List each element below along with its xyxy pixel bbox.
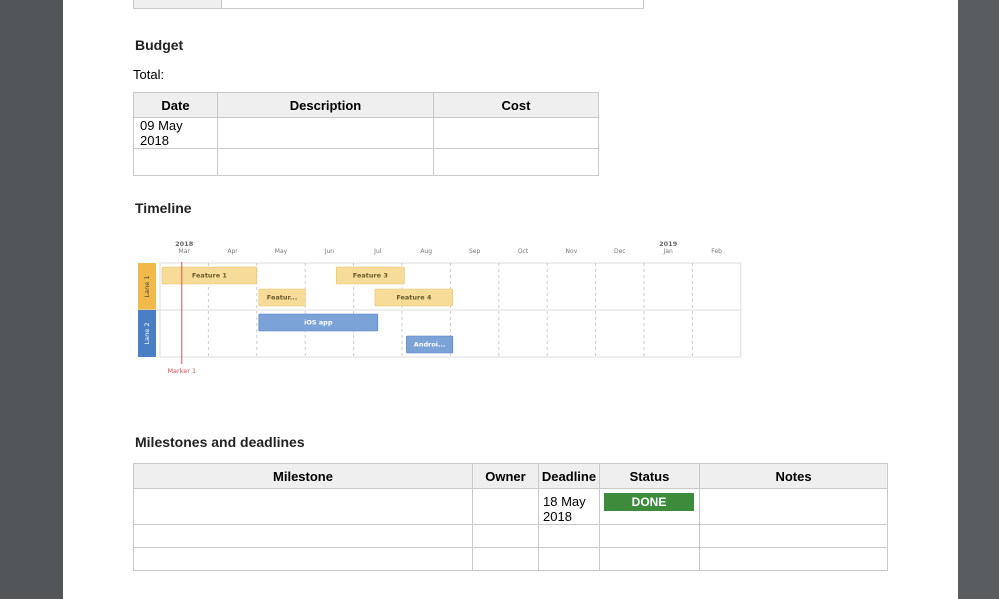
table-cell[interactable]: 09 May 2018 xyxy=(133,117,218,149)
timeline-chart[interactable]: Mar Apr May Jun Jul Aug Sep Oct Nov Dec Jan Feb 2018… xyxy=(138,236,758,386)
budget-heading: Budget xyxy=(135,37,184,53)
month-label: Nov xyxy=(566,248,578,255)
month-label: Jan xyxy=(663,248,673,255)
month-label: Jun xyxy=(324,248,335,255)
lane-label: Lane 2 xyxy=(143,323,151,345)
milestone-cell[interactable] xyxy=(133,524,473,548)
month-label: Apr xyxy=(227,248,238,255)
notes-cell[interactable] xyxy=(699,488,888,525)
table-cell[interactable] xyxy=(433,117,599,149)
timeline-bar-label: Feature 4 xyxy=(396,294,432,302)
column-header-notes: Notes xyxy=(699,463,888,489)
status-badge[interactable]: DONE xyxy=(604,493,694,511)
owner-cell[interactable] xyxy=(472,547,539,571)
deadline-cell[interactable]: 18 May 2018 xyxy=(538,488,600,525)
month-label: Oct xyxy=(518,248,529,255)
timeline-bar-label: iOS app xyxy=(304,319,333,327)
column-header-status: Status xyxy=(599,463,700,489)
month-label: Mar xyxy=(179,248,191,255)
month-label: Aug xyxy=(420,248,432,255)
document-page: Budget Total: Date Description Cost 09 M… xyxy=(63,0,958,599)
table-cell[interactable] xyxy=(221,0,644,9)
table-row xyxy=(133,547,888,571)
table-row xyxy=(133,524,888,548)
status-cell[interactable]: DONE xyxy=(599,488,700,525)
timeline-bar-label: Androi... xyxy=(414,341,446,349)
budget-table: Date Description Cost 09 May 2018 xyxy=(133,92,599,176)
column-header-cost: Cost xyxy=(433,92,599,118)
table-header-row: Milestone Owner Deadline Status Notes xyxy=(133,463,888,489)
month-label: Sep xyxy=(469,248,481,255)
column-header-owner: Owner xyxy=(472,463,539,489)
timeline-marker-label: Marker 1 xyxy=(167,367,196,375)
column-header-description: Description xyxy=(217,92,434,118)
milestone-cell[interactable] xyxy=(133,547,473,571)
table-row xyxy=(133,148,599,176)
table-cell[interactable] xyxy=(133,148,218,176)
table-cell[interactable] xyxy=(133,0,222,9)
table-row: 09 May 2018 xyxy=(133,117,599,149)
table-cell[interactable] xyxy=(217,148,434,176)
table-header-row: Date Description Cost xyxy=(133,92,599,118)
status-cell[interactable] xyxy=(599,547,700,571)
year-label: 2018 xyxy=(175,240,194,248)
milestone-cell[interactable] xyxy=(133,488,473,525)
month-label: Feb xyxy=(711,248,722,255)
timeline-heading: Timeline xyxy=(135,200,192,216)
timeline-bar-label: Feature 1 xyxy=(192,272,228,280)
viewer-background xyxy=(958,0,999,599)
deadline-cell[interactable] xyxy=(538,547,600,571)
deadline-cell[interactable] xyxy=(538,524,600,548)
column-header-deadline: Deadline xyxy=(538,463,600,489)
table-cell[interactable] xyxy=(433,148,599,176)
milestones-table: Milestone Owner Deadline Status Notes 18… xyxy=(133,463,888,571)
column-header-date: Date xyxy=(133,92,218,118)
month-label: May xyxy=(275,248,288,255)
owner-cell[interactable] xyxy=(472,488,539,525)
lane-label: Lane 1 xyxy=(143,276,151,298)
status-cell[interactable] xyxy=(599,524,700,548)
month-label: Dec xyxy=(614,248,626,255)
year-label: 2019 xyxy=(659,240,678,248)
previous-table-fragment xyxy=(133,0,644,9)
table-cell[interactable] xyxy=(217,117,434,149)
budget-total-label: Total: xyxy=(133,67,165,82)
notes-cell[interactable] xyxy=(699,524,888,548)
table-row xyxy=(133,0,644,9)
column-header-milestone: Milestone xyxy=(133,463,473,489)
milestones-heading: Milestones and deadlines xyxy=(135,434,305,450)
owner-cell[interactable] xyxy=(472,524,539,548)
month-label: Jul xyxy=(373,248,382,255)
notes-cell[interactable] xyxy=(699,547,888,571)
timeline-bar-label: Feature 3 xyxy=(353,272,388,280)
timeline-bar-label: Featur... xyxy=(267,294,297,302)
table-row: 18 May 2018 DONE xyxy=(133,488,888,525)
